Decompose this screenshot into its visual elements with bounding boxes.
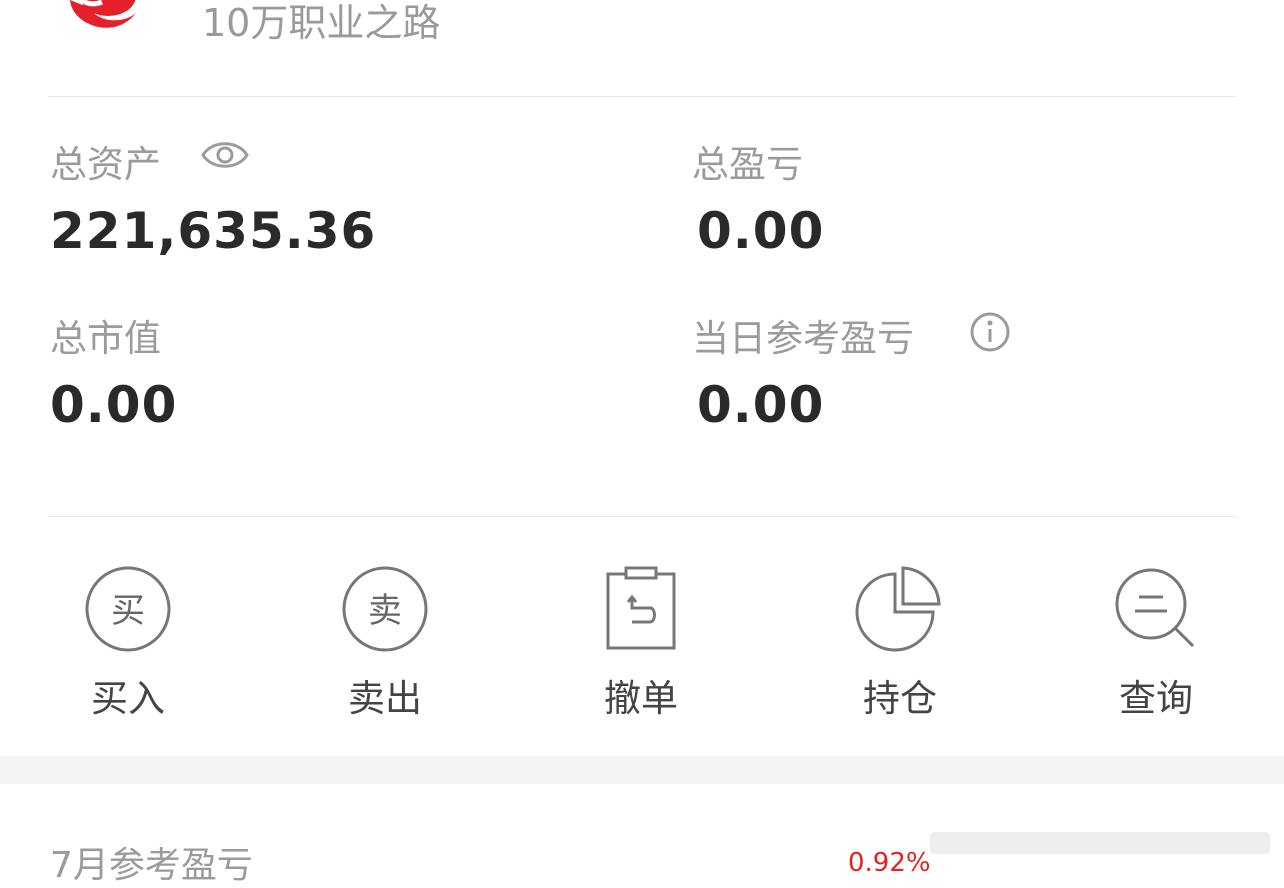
chevron-down-icon[interactable] [1196, 0, 1236, 8]
positions-label: 持仓 [863, 677, 937, 720]
total-pnl-label: 总盈亏 [692, 143, 803, 186]
section-separator [0, 756, 1284, 784]
daily-ref-pnl-value: 0.00 [697, 376, 825, 434]
cancel-order-button[interactable]: 撤单 [561, 564, 721, 724]
daily-ref-pnl-label: 当日参考盈亏 [692, 317, 914, 360]
monthly-pnl-label: 7月参考盈亏 [50, 845, 253, 886]
search-icon [1115, 568, 1195, 648]
positions-button[interactable]: 持仓 [820, 564, 980, 724]
red-logo-icon [70, 0, 138, 28]
buy-icon: 买 [85, 566, 171, 652]
market-value-value: 0.00 [50, 376, 178, 434]
buy-label: 买入 [91, 677, 165, 720]
eye-icon[interactable] [200, 136, 250, 174]
buy-icon-glyph: 买 [111, 591, 145, 631]
query-label: 查询 [1119, 677, 1193, 720]
info-icon[interactable] [968, 310, 1012, 354]
sell-icon-glyph: 卖 [368, 591, 402, 631]
divider [48, 516, 1236, 517]
sell-icon: 卖 [342, 566, 428, 652]
account-name[interactable]: 10万职业之路 [202, 0, 440, 47]
total-pnl-value: 0.00 [697, 202, 825, 260]
total-assets-label: 总资产 [50, 143, 161, 186]
sell-button[interactable]: 卖 卖出 [305, 564, 465, 724]
market-value-label: 总市值 [50, 317, 161, 360]
monthly-bar [930, 832, 1270, 854]
pie-chart-icon [855, 566, 941, 652]
divider [48, 96, 1236, 97]
buy-button[interactable]: 买 买入 [48, 564, 208, 724]
query-button[interactable]: 查询 [1076, 564, 1236, 724]
cancel-order-label: 撤单 [604, 677, 678, 720]
sell-label: 卖出 [348, 677, 422, 720]
total-assets-value: 221,635.36 [50, 202, 377, 260]
cancel-order-icon [606, 566, 676, 650]
